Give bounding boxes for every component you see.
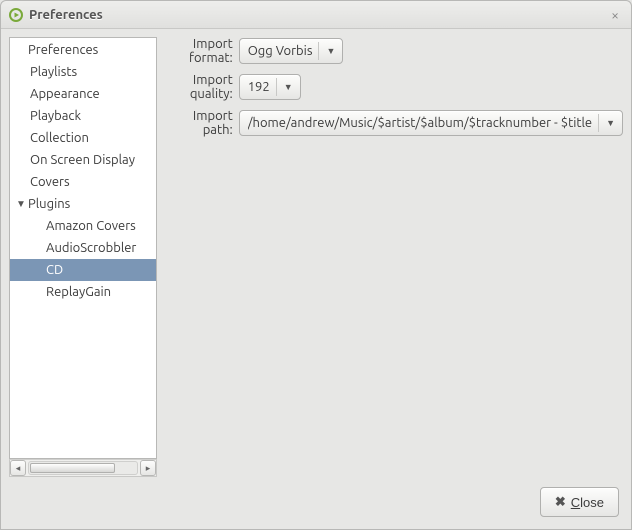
chevron-down-icon: ▼	[603, 118, 618, 128]
tree-item-label: Playback	[30, 109, 81, 123]
scroll-right-button[interactable]: ▸	[140, 460, 156, 476]
chevron-down-icon: ▼	[323, 46, 338, 56]
tree-item[interactable]: ReplayGain	[10, 281, 156, 303]
sidebar: Preferences Playlists Appearance Playback Co…	[9, 37, 157, 477]
tree-item-label: Plugins	[28, 197, 70, 211]
import-path-combo[interactable]: /home/andrew/Music/$artist/$album/$track…	[239, 110, 623, 136]
close-button-label: Close	[571, 495, 604, 510]
import-format-value: Ogg Vorbis	[248, 44, 313, 58]
tree-item[interactable]: Amazon Covers	[10, 215, 156, 237]
tree-item[interactable]: Collection	[10, 127, 156, 149]
window-title: Preferences	[29, 8, 607, 22]
tree-item-label: CD	[46, 263, 63, 277]
import-path-value: /home/andrew/Music/$artist/$album/$track…	[248, 116, 592, 130]
import-quality-label: Import quality:	[165, 73, 233, 101]
import-format-label: Import format:	[165, 37, 233, 65]
window-close-button[interactable]: ×	[607, 7, 623, 23]
tree-item-label: Playlists	[30, 65, 77, 79]
preferences-tree[interactable]: Preferences Playlists Appearance Playback Co…	[9, 37, 157, 459]
chevron-down-icon: ▼	[281, 82, 296, 92]
tree-item-label: Covers	[30, 175, 70, 189]
sidebar-hscrollbar[interactable]: ◂ ▸	[9, 459, 157, 477]
import-path-label: Import path:	[165, 109, 233, 137]
tree-item[interactable]: Covers	[10, 171, 156, 193]
scroll-thumb[interactable]	[30, 463, 115, 473]
import-quality-combo[interactable]: 192 ▼	[239, 74, 301, 100]
tree-item-label: Collection	[30, 131, 89, 145]
import-quality-value: 192	[248, 80, 270, 94]
tree-item[interactable]: Playlists	[10, 61, 156, 83]
tree-item-label: On Screen Display	[30, 153, 135, 167]
settings-panel: Import format: Ogg Vorbis ▼ Import quali…	[165, 37, 623, 477]
expander-icon[interactable]: ▼	[14, 198, 28, 210]
tree-item[interactable]: On Screen Display	[10, 149, 156, 171]
import-format-combo[interactable]: Ogg Vorbis ▼	[239, 38, 344, 64]
tree-item[interactable]: ▼Plugins	[10, 193, 156, 215]
tree-item-label: AudioScrobbler	[46, 241, 136, 255]
main-row: Preferences Playlists Appearance Playback Co…	[9, 37, 623, 477]
tree-item[interactable]: Preferences	[10, 39, 156, 61]
close-button[interactable]: ✖ Close	[540, 487, 619, 517]
scroll-left-button[interactable]: ◂	[10, 460, 26, 476]
scroll-track[interactable]	[28, 461, 138, 475]
tree-item-label: ReplayGain	[46, 285, 111, 299]
dialog-footer: ✖ Close	[9, 483, 623, 521]
tree-item[interactable]: Appearance	[10, 83, 156, 105]
content-area: Preferences Playlists Appearance Playback Co…	[1, 29, 631, 529]
tree-item-label: Amazon Covers	[46, 219, 136, 233]
preferences-window: Preferences × Preferences Playlists Appear…	[0, 0, 632, 530]
tree-item[interactable]: Playback	[10, 105, 156, 127]
titlebar: Preferences ×	[1, 1, 631, 29]
tree-item[interactable]: CD	[10, 259, 156, 281]
close-icon: ✖	[555, 494, 566, 510]
tree-item-label: Preferences	[28, 43, 98, 57]
tree-item[interactable]: AudioScrobbler	[10, 237, 156, 259]
tree-item-label: Appearance	[30, 87, 100, 101]
app-icon	[9, 8, 23, 22]
